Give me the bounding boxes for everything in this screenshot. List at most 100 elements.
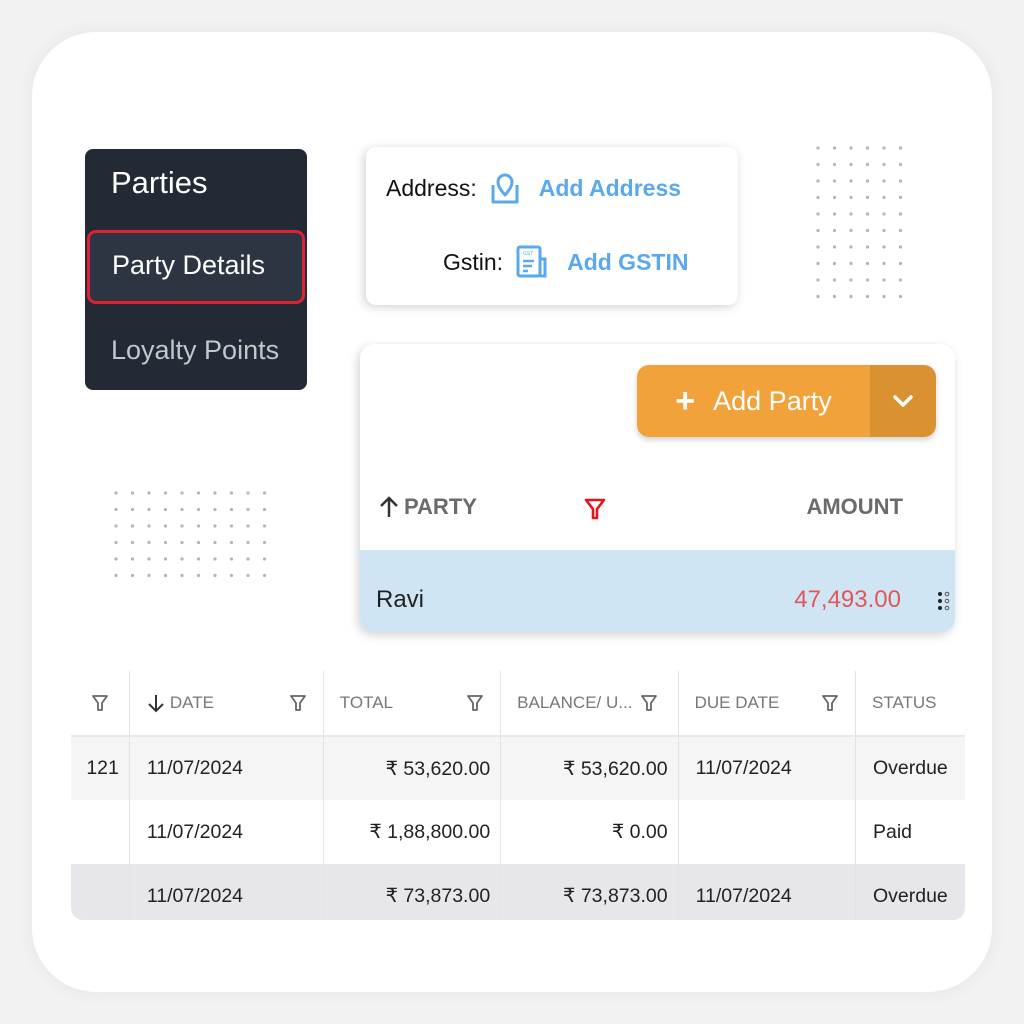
decorative-dot	[246, 491, 250, 495]
decorative-dot	[229, 507, 234, 512]
decorative-dot	[816, 245, 820, 249]
cell-total: ₹ 53,620.00	[323, 736, 502, 800]
filter-icon[interactable]	[821, 693, 839, 713]
column-header-date[interactable]: DATE	[129, 671, 324, 737]
column-header-balance[interactable]: BALANCE/ U...	[500, 671, 679, 737]
cell-date: 11/07/2024	[129, 736, 324, 800]
menu-title: Parties	[111, 165, 208, 200]
menu-item-label: Party Details	[112, 250, 266, 280]
filter-icon[interactable]	[466, 693, 484, 713]
column-header-status[interactable]: STATUS	[855, 671, 965, 737]
filter-icon[interactable]	[91, 693, 109, 713]
decorative-dot	[832, 278, 837, 282]
decorative-dot	[882, 278, 886, 282]
column-header-due-date[interactable]: DUE DATE	[678, 671, 856, 737]
decorative-dot	[262, 491, 267, 495]
address-label: Address:	[386, 174, 477, 201]
party-row[interactable]: Ravi 47,493.00	[360, 550, 955, 632]
decorative-dot	[147, 540, 151, 545]
add-party-button[interactable]: + Add Party	[637, 365, 870, 437]
menu-item-party-details[interactable]: Party Details	[87, 230, 305, 304]
decorative-dot	[816, 179, 820, 183]
map-pin-icon	[489, 171, 521, 205]
party-name: Ravi	[376, 586, 425, 613]
decorative-dot	[882, 228, 886, 233]
cell-date: 11/07/2024	[129, 800, 324, 864]
add-party-split-button: + Add Party	[637, 365, 936, 437]
decorative-dot	[882, 162, 886, 167]
add-party-dropdown-button[interactable]	[870, 365, 936, 437]
table-header-row: DATE TOTAL BALANCE/ U... DUE DATE STATUS	[71, 671, 965, 737]
table-row[interactable]: 121 11/07/2024 ₹ 53,620.00 ₹ 53,620.00 1…	[71, 736, 965, 800]
cell-number	[71, 864, 130, 920]
decorative-dot	[865, 195, 870, 200]
filter-icon[interactable]	[640, 693, 658, 713]
decorative-dot	[246, 524, 250, 528]
decorative-dot	[898, 212, 903, 216]
add-gstin-link[interactable]: Add GSTIN	[567, 249, 688, 276]
decorative-dot	[816, 261, 820, 266]
decorative-dot	[849, 212, 853, 216]
decorative-dot	[898, 146, 903, 150]
decorative-dot-grid-top-right	[816, 146, 903, 299]
decorative-dot	[180, 540, 184, 545]
decorative-dot	[229, 573, 234, 578]
decorative-dot	[816, 278, 820, 282]
decorative-dot	[898, 261, 903, 266]
svg-text:GST: GST	[523, 251, 533, 257]
decorative-dot	[147, 491, 151, 495]
decorative-dot	[163, 573, 168, 578]
decorative-dot	[832, 195, 837, 200]
decorative-dot	[196, 491, 201, 495]
add-address-link[interactable]: Add Address	[539, 175, 681, 202]
decorative-dot	[229, 524, 234, 528]
decorative-dot	[849, 294, 853, 299]
transactions-table: DATE TOTAL BALANCE/ U... DUE DATE STATUS…	[71, 671, 965, 920]
plus-icon: +	[675, 382, 696, 420]
decorative-dot	[849, 179, 853, 183]
decorative-dot	[898, 195, 903, 200]
decorative-dot	[849, 245, 853, 249]
party-column-header[interactable]: PARTY	[378, 494, 477, 520]
party-amount: 47,493.00	[794, 586, 901, 613]
decorative-dot	[849, 228, 853, 233]
decorative-dot	[196, 557, 201, 561]
decorative-dot	[114, 573, 118, 578]
decorative-dot	[246, 540, 250, 545]
decorative-dot	[246, 557, 250, 561]
decorative-dot	[163, 507, 168, 512]
decorative-dot	[130, 540, 135, 545]
address-row: Address: Add Address	[386, 171, 681, 205]
decorative-dot	[865, 261, 870, 266]
decorative-dot	[229, 540, 234, 545]
menu-item-loyalty-points[interactable]: Loyalty Points	[111, 335, 279, 366]
decorative-dot	[882, 245, 886, 249]
column-label: STATUS	[871, 693, 937, 712]
filter-icon[interactable]	[289, 693, 307, 713]
party-column-label: PARTY	[404, 494, 477, 519]
decorative-dot	[832, 228, 837, 233]
drag-handle-icon[interactable]	[937, 590, 951, 612]
table-row[interactable]: 11/07/2024 ₹ 1,88,800.00 ₹ 0.00 Paid	[71, 800, 965, 864]
decorative-dot	[262, 557, 267, 561]
cell-number: 121	[71, 736, 130, 800]
column-header-total[interactable]: TOTAL	[323, 671, 502, 737]
amount-column-header[interactable]: AMOUNT	[806, 494, 903, 520]
table-row[interactable]: 11/07/2024 ₹ 73,873.00 ₹ 73,873.00 11/07…	[71, 864, 965, 920]
parties-menu: Parties Party Details Loyalty Points	[85, 149, 307, 390]
decorative-dot	[262, 573, 267, 578]
cell-total: ₹ 73,873.00	[323, 864, 502, 920]
decorative-dot	[196, 573, 201, 578]
decorative-dot	[882, 261, 886, 266]
decorative-dot	[163, 491, 168, 495]
decorative-dot	[816, 212, 820, 216]
arrow-up-icon	[380, 496, 398, 517]
decorative-dot	[849, 195, 853, 200]
filter-icon[interactable]	[584, 497, 606, 521]
decorative-dot	[196, 524, 201, 528]
decorative-dot	[130, 557, 135, 561]
decorative-dot	[213, 573, 217, 578]
decorative-dot	[246, 573, 250, 578]
decorative-dot	[180, 507, 184, 512]
cell-due-date	[678, 800, 856, 864]
